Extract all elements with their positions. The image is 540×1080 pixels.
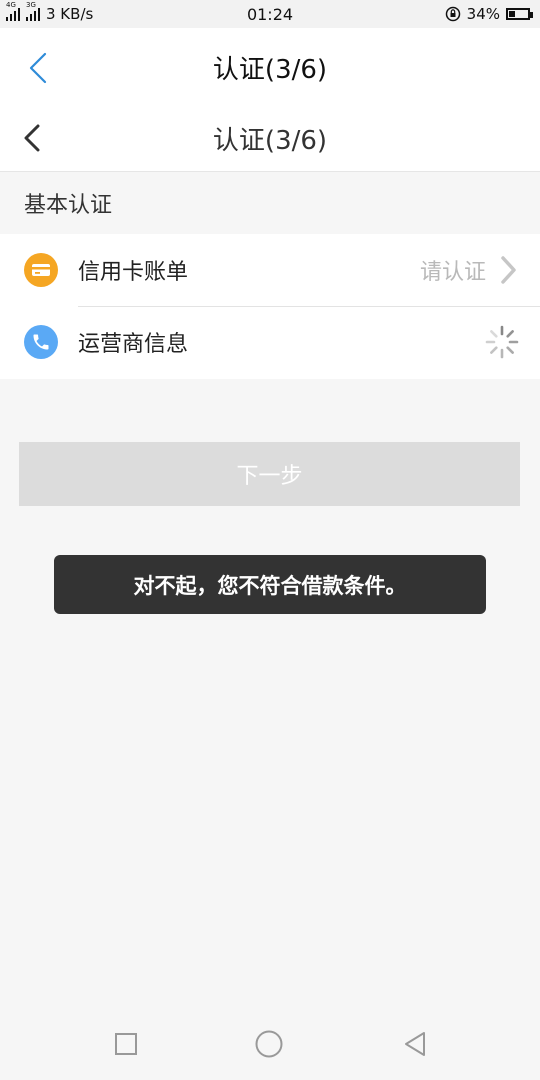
page-title-top: 认证(3/6) [212,54,328,85]
list-item-carrier[interactable]: 运营商信息 [0,306,540,378]
battery-fill [509,11,515,17]
list-item-label: 运营商信息 [78,332,189,357]
back-button-system[interactable] [395,1024,435,1064]
square-icon [115,1033,137,1055]
network-type-2: 3G [26,1,36,9]
circle-icon [255,1030,283,1058]
toast-message: 对不起，您不符合借款条件。 [54,555,486,614]
recent-apps-button[interactable] [106,1024,146,1064]
system-nav-bar [0,1010,540,1080]
battery-percent: 34% [466,5,500,23]
back-button-top[interactable] [18,48,58,88]
list-item-credit-card[interactable]: 信用卡账单 请认证 [0,234,540,306]
battery-cap [530,12,533,18]
chevron-left-icon [29,52,47,84]
signal-icon-3g: 3G [26,1,40,21]
clock: 01:24 [246,4,294,24]
network-type-1: 4G [6,1,16,9]
chevron-left-icon [24,124,40,152]
next-step-button[interactable]: 下一步 [19,442,520,506]
page-title-secondary: 认证(3/6) [212,126,328,156]
verification-list: 信用卡账单 请认证 运营商信息 [0,234,540,379]
list-item-status: 请认证 [419,260,486,285]
chevron-right-icon [496,255,520,285]
credit-card-icon [24,253,58,287]
signal-icon-4g: 4G [6,1,20,21]
status-right: 34% [445,5,540,23]
network-speed: 3 KB/s [46,5,94,23]
back-button-secondary[interactable] [12,118,52,158]
triangle-back-icon [405,1032,425,1056]
rotation-lock-icon [445,6,460,22]
list-item-label: 信用卡账单 [78,260,189,285]
status-bar: 4G 3G 3 KB/s 01:24 34% [0,0,540,28]
top-header: 认证(3/6) [0,28,540,106]
section-title: 基本认证 [24,193,113,218]
phone-icon [24,325,58,359]
home-button[interactable] [249,1024,289,1064]
status-left: 4G 3G 3 KB/s [0,1,94,23]
loading-spinner-icon [485,325,519,359]
battery-icon [506,8,533,20]
secondary-header: 认证(3/6) [0,106,540,172]
